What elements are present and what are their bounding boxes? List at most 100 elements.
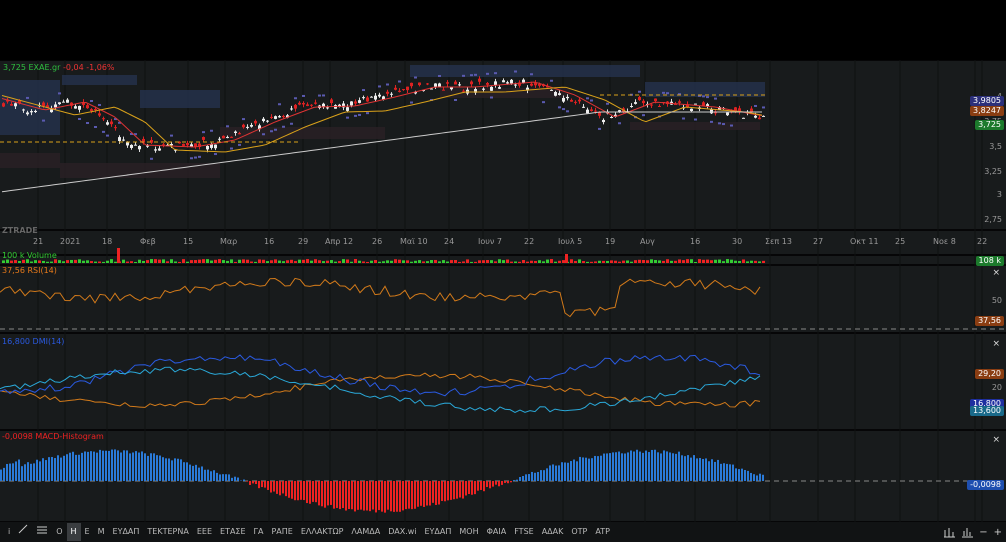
macd-histogram-bar — [615, 452, 617, 481]
candle-chart-icon[interactable] — [943, 526, 956, 538]
zoom-out-button[interactable]: − — [979, 527, 987, 538]
toolbar-item[interactable]: ΕΕΕ — [193, 523, 216, 541]
sar-dot — [542, 101, 545, 104]
macd-histogram-bar — [273, 481, 275, 492]
volume-bar — [754, 260, 757, 263]
sar-dot — [358, 113, 361, 116]
macd-histogram-bar — [717, 459, 719, 481]
sar-dot — [226, 125, 229, 128]
dmi-close-button[interactable]: × — [992, 339, 1000, 349]
macd-histogram-bar — [702, 458, 704, 481]
macd-histogram-bar — [288, 481, 290, 498]
macd-histogram-bar — [243, 479, 245, 481]
sar-dot — [462, 74, 465, 77]
macd-histogram-bar — [591, 458, 593, 481]
candle — [486, 82, 489, 85]
volume-bar — [182, 259, 185, 263]
candle — [138, 146, 141, 150]
candle — [378, 94, 381, 97]
macd-histogram-bar — [552, 464, 554, 481]
sar-dot — [378, 85, 381, 88]
macd-histogram-bar — [0, 469, 2, 481]
sar-dot — [190, 157, 193, 160]
candle — [182, 143, 185, 146]
toolbar-item[interactable]: ΤΕΚΤΕΡΝΑ — [143, 523, 192, 541]
toolbar-item[interactable]: ΟΤΡ — [567, 523, 591, 541]
macd-histogram-bar — [657, 452, 659, 481]
candle — [394, 87, 397, 90]
volume-bar — [454, 260, 457, 263]
info-button[interactable]: i — [4, 523, 14, 541]
toolbar-item[interactable]: ΕΤΑΣΕ — [216, 523, 250, 541]
volume-bar — [702, 259, 705, 263]
macd-histogram-bar — [252, 481, 254, 484]
candle — [678, 101, 681, 103]
toolbar-item[interactable]: ATP — [591, 523, 614, 541]
bar-chart-icon[interactable] — [961, 526, 974, 538]
macd-histogram-bar — [114, 449, 116, 481]
macd-histogram-bar — [171, 460, 173, 481]
toolbar-item[interactable]: Μ — [94, 523, 109, 541]
draw-line-tool[interactable] — [14, 523, 32, 541]
rsi-line — [0, 277, 761, 318]
sar-dot — [78, 118, 81, 120]
volume-bar — [630, 261, 633, 263]
volume-bar — [117, 248, 120, 263]
toolbar-item[interactable]: ΕΥΔΑΠ — [420, 523, 455, 541]
toolbar-item[interactable]: ΕΥΔΑΠ — [109, 523, 144, 541]
macd-histogram-bar — [384, 481, 386, 513]
toolbar-item[interactable]: ΕΛΛΑΚΤΩΡ — [297, 523, 348, 541]
candle — [510, 79, 513, 84]
volume-bar — [514, 261, 517, 263]
grid-button[interactable] — [32, 523, 52, 541]
macd-histogram-bar — [726, 463, 728, 481]
candle — [690, 108, 693, 111]
macd-histogram-bar — [264, 481, 266, 488]
macd-histogram-bar — [369, 481, 371, 512]
sar-dot — [386, 83, 389, 86]
zoom-in-button[interactable]: + — [994, 527, 1002, 538]
macd-histogram-bar — [705, 458, 707, 481]
sar-dot — [494, 72, 497, 75]
candle — [694, 103, 697, 105]
toolbar-item[interactable]: Ο — [52, 523, 66, 541]
macd-histogram-bar — [258, 481, 260, 489]
macd-histogram-bar — [648, 452, 650, 481]
volume-bar — [346, 259, 349, 263]
chart-canvas[interactable] — [0, 60, 1006, 522]
macd-histogram-bar — [270, 481, 272, 493]
volume-bar — [522, 260, 525, 263]
toolbar-item[interactable]: ΛΑΜΔΑ — [347, 523, 384, 541]
rsi-close-button[interactable]: × — [992, 268, 1000, 278]
toolbar-item[interactable]: Η — [66, 523, 81, 541]
volume-bar — [82, 260, 85, 263]
sar-dot — [290, 122, 293, 125]
candle — [34, 110, 37, 113]
candle — [426, 83, 429, 85]
sar-dot — [86, 122, 89, 124]
volume-bar — [294, 261, 297, 263]
toolbar-item[interactable]: ΡΑΠΕ — [267, 523, 296, 541]
volume-bar — [150, 259, 153, 263]
macd-histogram-bar — [438, 481, 440, 505]
toolbar-item[interactable]: ΑΔΑΚ — [538, 523, 568, 541]
macd-histogram-bar — [102, 450, 104, 481]
toolbar-item[interactable]: FTSE — [510, 523, 537, 541]
price-badge: 3,725 — [975, 120, 1004, 130]
volume-bar — [226, 260, 229, 263]
candle — [654, 98, 657, 102]
macd-histogram-bar — [408, 481, 410, 509]
toolbar-item[interactable]: DAX.wi — [384, 523, 420, 541]
toolbar-item[interactable]: ΦΑΙΑ — [483, 523, 511, 541]
toolbar-item[interactable]: ΓΑ — [250, 523, 268, 541]
sar-dot — [282, 125, 285, 128]
macd-histogram-bar — [546, 468, 548, 481]
macd-histogram-bar — [177, 458, 179, 481]
sar-dot — [486, 72, 489, 75]
candle — [98, 113, 101, 116]
toolbar-item[interactable]: Ε — [81, 523, 94, 541]
toolbar-item[interactable]: ΜΟΗ — [455, 523, 482, 541]
macd-histogram-bar — [435, 481, 437, 505]
volume-bar — [22, 259, 25, 263]
macd-close-button[interactable]: × — [992, 435, 1000, 445]
